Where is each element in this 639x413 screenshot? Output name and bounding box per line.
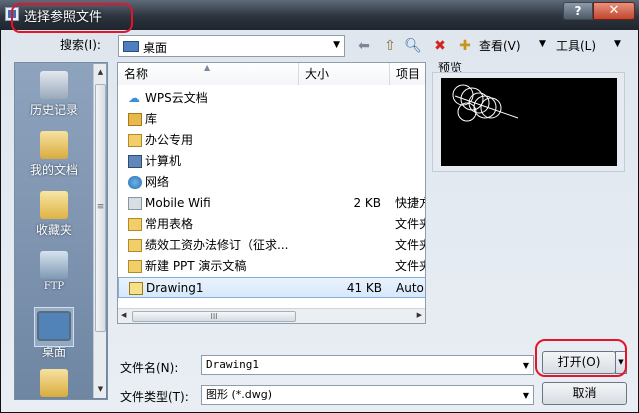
close-button[interactable]: ✕ xyxy=(593,2,635,20)
tools-chevron-down-icon[interactable]: ▼ xyxy=(614,39,621,49)
file-name: 新建 PPT 演示文稿 xyxy=(145,259,247,273)
folder-icon xyxy=(40,369,68,397)
filename-value: Drawing1 xyxy=(206,358,259,371)
search-label: 搜索(I): xyxy=(60,38,101,52)
column-header-type[interactable]: 项目 xyxy=(390,63,425,85)
filename-input[interactable]: Drawing1 ▼ xyxy=(201,355,534,375)
scroll-down-icon[interactable]: ▼ xyxy=(95,383,106,396)
list-item[interactable]: 新建 PPT 演示文稿 文件夹 xyxy=(118,256,425,277)
folder-icon xyxy=(128,134,142,147)
file-name: Mobile Wifi xyxy=(145,196,211,210)
folder-icon xyxy=(128,260,142,273)
filename-label: 文件名(N): xyxy=(120,361,179,375)
cancel-button[interactable]: 取消 xyxy=(542,382,627,405)
list-item[interactable]: 网络 xyxy=(118,172,425,193)
file-size: 2 KB xyxy=(353,196,381,210)
place-favorites[interactable]: 收藏夹 xyxy=(17,187,91,249)
tools-menu[interactable]: 工具(L) xyxy=(556,37,596,54)
file-name: WPS云文档 xyxy=(145,91,208,105)
drawing-preview xyxy=(441,78,617,166)
network-icon xyxy=(128,176,142,189)
up-folder-icon[interactable]: ⇧ xyxy=(380,36,400,56)
shortcut-icon xyxy=(128,197,142,210)
views-chevron-down-icon[interactable]: ▼ xyxy=(539,39,546,49)
list-item[interactable]: ☁ WPS云文档 xyxy=(118,88,425,109)
file-type: 文件夹 xyxy=(395,217,425,231)
file-name: 绩效工资办法修订（征求... xyxy=(145,238,289,252)
open-highlight-annotation xyxy=(535,339,627,377)
chevron-down-icon: ▼ xyxy=(333,40,340,50)
filetype-value: 图形 (*.dwg) xyxy=(206,388,273,401)
folder-icon xyxy=(128,218,142,231)
place-more[interactable] xyxy=(17,367,91,397)
scroll-thumb[interactable]: III xyxy=(132,311,296,322)
list-item[interactable]: 办公专用 xyxy=(118,130,425,151)
chevron-down-icon[interactable]: ▼ xyxy=(523,357,529,375)
horizontal-scrollbar[interactable]: ◀ III ▶ xyxy=(118,308,425,323)
filetype-select[interactable]: 图形 (*.dwg) ▼ xyxy=(201,385,534,405)
ftp-icon xyxy=(40,251,68,279)
places-bar: 历史记录 我的文档 收藏夹 FTP 桌面 ▲ ≡ ▼ xyxy=(14,62,108,400)
file-name: 库 xyxy=(145,112,158,126)
place-history[interactable]: 历史记录 xyxy=(17,67,91,129)
place-label: 我的文档 xyxy=(29,163,78,177)
computer-icon xyxy=(128,155,142,168)
file-size: 41 KB xyxy=(346,281,382,295)
file-type: Auto xyxy=(396,281,424,295)
list-item[interactable]: 绩效工资办法修订（征求... 文件夹 xyxy=(118,235,425,256)
scroll-up-icon[interactable]: ▲ xyxy=(95,66,106,79)
file-type: 文件夹 xyxy=(395,238,425,252)
places-scrollbar[interactable]: ▲ ≡ ▼ xyxy=(93,64,106,398)
place-label: 历史记录 xyxy=(29,103,78,117)
list-item[interactable]: 常用表格 文件夹 xyxy=(118,214,425,235)
delete-icon[interactable]: ✖ xyxy=(430,36,450,56)
file-type: 快捷方 xyxy=(395,196,425,210)
file-name: 网络 xyxy=(145,175,170,189)
search-web-icon[interactable]: 🔍︎ xyxy=(403,36,423,56)
file-name: Drawing1 xyxy=(146,281,204,295)
selection-highlight xyxy=(34,307,74,347)
documents-folder-icon xyxy=(40,131,68,159)
grip-icon: ≡ xyxy=(96,202,105,212)
title-highlight-annotation xyxy=(11,3,133,33)
desktop-icon xyxy=(123,41,139,52)
dwg-file-icon xyxy=(129,282,143,295)
sort-ascending-icon: ▲ xyxy=(204,63,211,72)
place-desktop[interactable]: 桌面 xyxy=(17,305,91,363)
back-arrow-icon[interactable]: ⬅ xyxy=(354,36,374,56)
list-item-selected[interactable]: Drawing1 41 KB Auto xyxy=(118,277,425,298)
list-item[interactable]: 计算机 xyxy=(118,151,425,172)
library-icon xyxy=(128,113,142,126)
history-icon xyxy=(40,71,68,99)
views-menu[interactable]: 查看(V) xyxy=(479,37,521,54)
file-name: 计算机 xyxy=(145,154,182,168)
column-header-size[interactable]: 大小 xyxy=(299,63,390,85)
folder-icon xyxy=(128,239,142,252)
place-documents[interactable]: 我的文档 xyxy=(17,127,91,189)
file-list[interactable]: 名称 ▲ 大小 项目 ☁ WPS云文档 库 办公专用 计算机 网络 Mobile… xyxy=(117,62,426,324)
file-type: 文件夹 xyxy=(395,259,425,273)
filetype-label: 文件类型(T): xyxy=(120,390,189,404)
place-ftp[interactable]: FTP xyxy=(17,247,91,309)
list-item[interactable]: 库 xyxy=(118,109,425,130)
location-value: 桌面 xyxy=(143,41,168,55)
chevron-down-icon[interactable]: ▼ xyxy=(523,387,529,405)
place-label: FTP xyxy=(43,281,65,292)
cloud-icon: ☁ xyxy=(128,91,140,105)
location-combo[interactable]: 桌面 ▼ xyxy=(118,35,345,57)
drawing-preview-graphic xyxy=(452,84,519,122)
scroll-right-icon[interactable]: ▶ xyxy=(417,311,422,319)
scroll-left-icon[interactable]: ◀ xyxy=(121,311,126,319)
new-folder-icon[interactable]: ✚ xyxy=(455,36,475,56)
file-name: 办公专用 xyxy=(145,133,194,147)
favorites-folder-icon xyxy=(40,191,68,219)
place-label: 收藏夹 xyxy=(35,223,72,237)
file-name: 常用表格 xyxy=(145,217,194,231)
help-button[interactable]: ? xyxy=(563,2,593,20)
list-item[interactable]: Mobile Wifi 2 KB 快捷方 xyxy=(118,193,425,214)
